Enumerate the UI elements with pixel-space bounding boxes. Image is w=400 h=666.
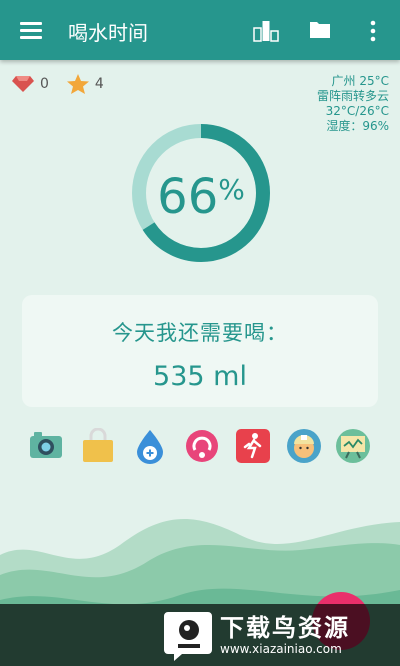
shopping-bag-icon[interactable] — [80, 428, 116, 464]
remaining-label: 今天我还需要喝： — [112, 321, 288, 345]
exercise-icon[interactable] — [235, 428, 271, 464]
watermark-logo — [164, 612, 212, 661]
remaining-amount: 535 ml — [153, 361, 247, 392]
star-count: 4 — [94, 76, 104, 92]
weather-city: 广州 25°C — [331, 74, 389, 88]
ranking-icon[interactable] — [253, 18, 279, 42]
ruby-icon — [12, 76, 34, 92]
weather-range: 32°C/26°C — [325, 104, 389, 118]
progress-percent: 66% — [130, 160, 272, 227]
refresh-icon[interactable] — [184, 428, 220, 464]
percent-unit: % — [218, 173, 245, 206]
star-icon — [66, 74, 89, 94]
gem-count: 0 — [40, 76, 49, 92]
water-drop-add-icon[interactable] — [132, 428, 168, 464]
weather-humidity: 湿度：96% — [326, 119, 389, 133]
more-vert-icon[interactable] — [368, 20, 378, 42]
nurse-avatar-icon[interactable] — [286, 428, 322, 464]
menu-icon[interactable] — [20, 22, 42, 39]
folder-icon[interactable] — [309, 18, 331, 40]
watermark-text: 下载鸟资源 — [220, 614, 350, 642]
percent-number: 66 — [157, 169, 219, 225]
app-title: 喝水时间 — [68, 21, 148, 45]
weather-condition: 雷阵雨转多云 — [316, 89, 389, 103]
presentation-chart-icon[interactable] — [335, 428, 371, 464]
rewards-bar: 0 4 — [12, 74, 122, 94]
watermark-url: www.xiazainiao.com — [220, 642, 342, 656]
weather-info: 广州 25°C 雷阵雨转多云 32°C/26°C 湿度：96% — [317, 74, 389, 134]
remaining-card: 今天我还需要喝： 535 ml — [22, 295, 378, 407]
app-toolbar: 喝水时间 — [0, 0, 400, 60]
camera-icon[interactable] — [28, 428, 64, 464]
